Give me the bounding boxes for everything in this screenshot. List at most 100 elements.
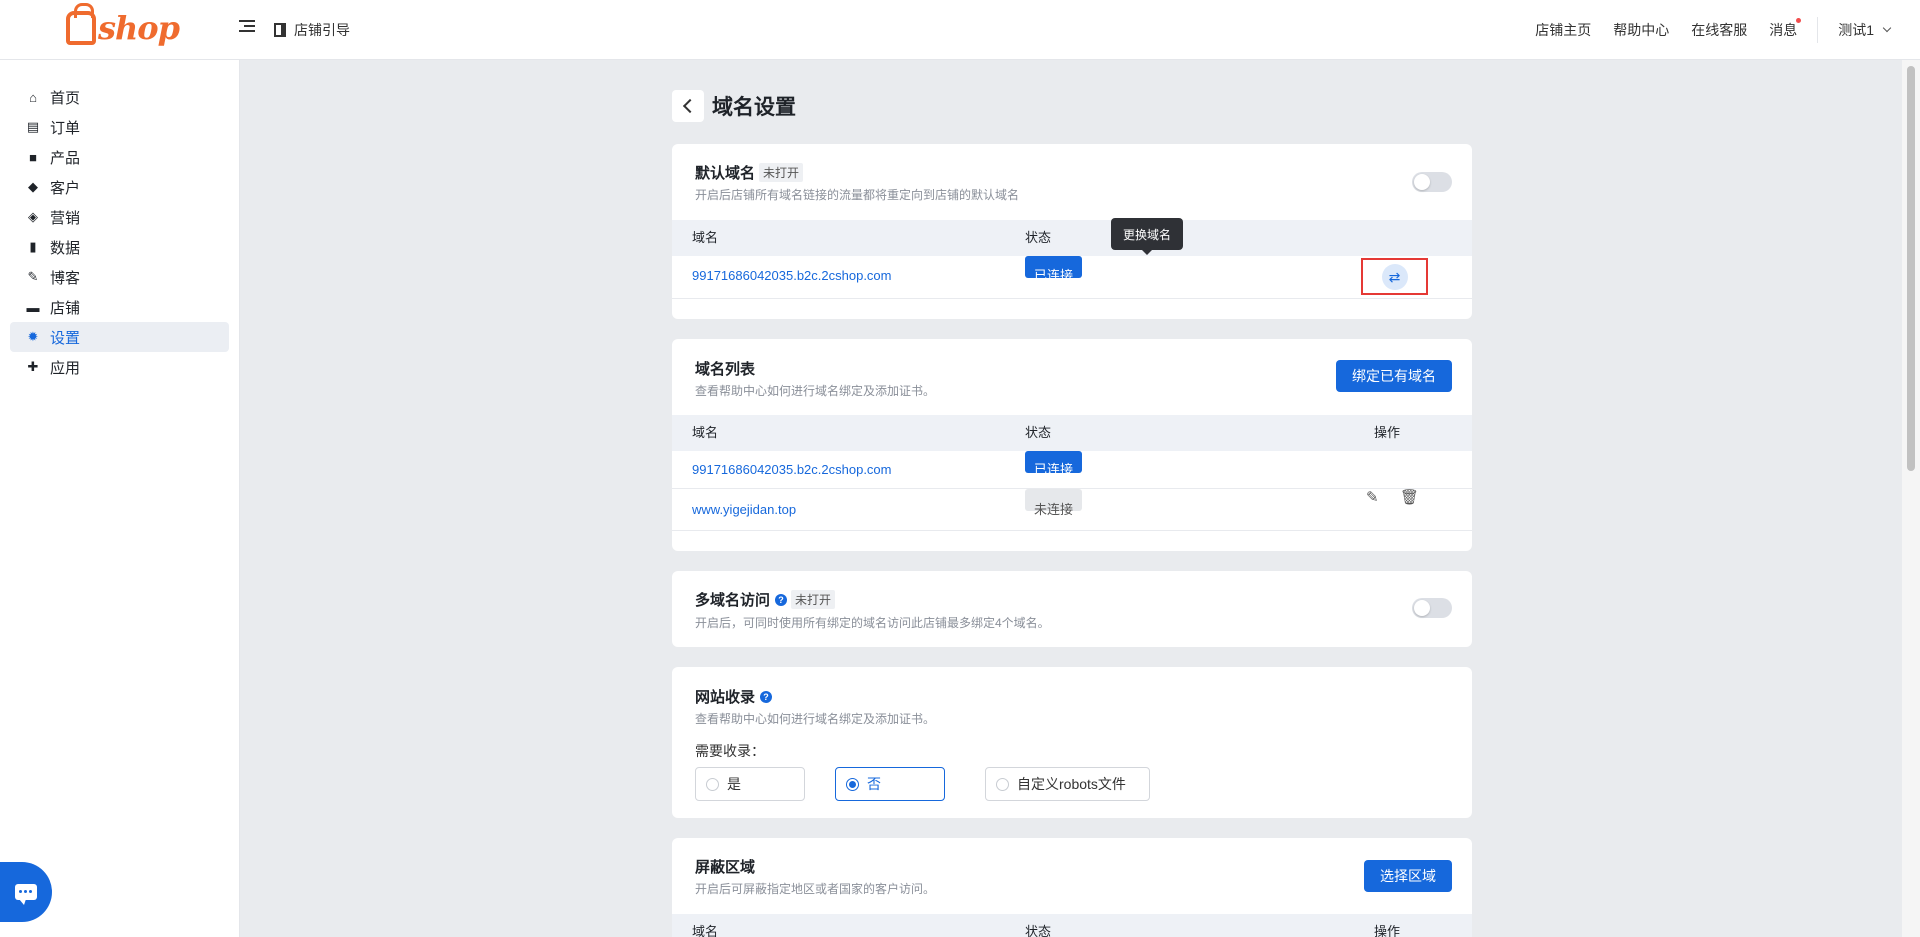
table-header: 域名 状态 操作 xyxy=(672,415,1472,451)
user-menu[interactable]: 测试1 xyxy=(1838,20,1892,40)
chevron-down-icon xyxy=(1882,23,1892,33)
bar-chart-icon: ▮ xyxy=(29,239,37,254)
sidebar-item-apps[interactable]: ✚ 应用 xyxy=(10,352,229,382)
domain-link[interactable]: www.yigejidan.top xyxy=(692,489,796,531)
sidebar-item-label: 应用 xyxy=(50,359,81,377)
scrollbar[interactable] xyxy=(1902,60,1920,937)
domain-link[interactable]: 99171686042035.b2c.2cshop.com xyxy=(692,451,892,489)
sidebar-item-blog[interactable]: ✎ 博客 xyxy=(10,262,229,292)
logo[interactable]: shop xyxy=(66,3,180,47)
radio-label: 自定义robots文件 xyxy=(1017,776,1126,792)
home-icon: ⌂ xyxy=(29,89,37,105)
menu-toggle-icon[interactable] xyxy=(239,20,255,36)
divider xyxy=(1817,17,1819,43)
col-status: 状态 xyxy=(1025,924,1052,937)
top-right-nav: 店铺主页 帮助中心 在线客服 消息 测试1 xyxy=(1513,0,1892,60)
domain-list-desc: 查看帮助中心如何进行域名绑定及添加证书。 xyxy=(695,384,936,398)
chevron-left-icon xyxy=(682,98,698,114)
edit-icon[interactable]: ✎ xyxy=(1366,489,1379,507)
logo-bag-icon xyxy=(66,3,96,45)
store-home-link[interactable]: 店铺主页 xyxy=(1535,20,1591,40)
sidebar-item-store[interactable]: ▬ 店铺 xyxy=(10,292,229,322)
change-domain-button[interactable]: ⇄ xyxy=(1361,258,1428,295)
seo-desc: 查看帮助中心如何进行域名绑定及添加证书。 xyxy=(695,712,936,726)
seo-radio-group: 是 否 自定义robots文件 xyxy=(695,767,1395,801)
table-row: 99171686042035.b2c.2cshop.com 已连接 xyxy=(672,451,1472,489)
swap-icon: ⇄ xyxy=(1381,263,1408,290)
connected-badge: 已连接 xyxy=(1025,256,1083,283)
puzzle-icon: ✚ xyxy=(27,359,39,374)
domain-link[interactable]: 99171686042035.b2c.2cshop.com xyxy=(692,256,892,296)
bind-domain-button[interactable]: 绑定已有域名 xyxy=(1336,360,1452,392)
status-cell: 未连接 xyxy=(1025,489,1083,531)
sidebar-item-label: 博客 xyxy=(50,269,81,287)
table-row: www.yigejidan.top 未连接 ✎ 🗑 xyxy=(672,489,1472,531)
sidebar-item-label: 设置 xyxy=(50,329,81,347)
sidebar-item-data[interactable]: ▮ 数据 xyxy=(10,232,229,262)
book-icon xyxy=(274,23,286,37)
radio-circle xyxy=(706,777,719,791)
multi-domain-desc: 开启后，可同时使用所有绑定的域名访问此店铺最多绑定4个域名。 xyxy=(695,616,1050,630)
status-cell: 已连接 xyxy=(1025,451,1083,489)
trash-icon[interactable]: 🗑 xyxy=(1400,489,1419,507)
gear-icon: ✹ xyxy=(27,329,39,344)
block-region-desc: 开启后可屏蔽指定地区或者国家的客户访问。 xyxy=(695,882,936,896)
radio-label: 是 xyxy=(727,776,741,792)
default-domain-switch[interactable] xyxy=(1412,172,1452,192)
sidebar-item-customers[interactable]: ◆ 客户 xyxy=(10,172,229,202)
help-icon[interactable]: ? xyxy=(760,690,773,703)
sidebar-item-label: 订单 xyxy=(50,119,81,137)
sidebar-item-label: 客户 xyxy=(50,179,81,197)
help-icon[interactable]: ? xyxy=(775,593,788,606)
select-region-button[interactable]: 选择区域 xyxy=(1364,860,1452,892)
radio-label: 否 xyxy=(867,776,881,792)
store-icon: ▬ xyxy=(26,299,40,315)
block-region-title: 屏蔽区域 xyxy=(695,859,756,876)
multi-domain-switch[interactable] xyxy=(1412,598,1452,618)
default-domain-title: 默认域名 未打开 xyxy=(695,162,804,183)
help-center-link[interactable]: 帮助中心 xyxy=(1613,20,1669,40)
multi-domain-title: 多域名访问 ? 未打开 xyxy=(695,589,836,610)
page-title: 域名设置 xyxy=(712,96,796,119)
scrollbar-thumb[interactable] xyxy=(1907,66,1915,471)
radio-circle xyxy=(846,777,859,791)
status-tag: 未打开 xyxy=(759,163,804,182)
back-button[interactable] xyxy=(672,90,704,122)
radio-circle xyxy=(996,777,1009,791)
edit-icon: ✎ xyxy=(27,269,39,284)
sidebar-item-marketing[interactable]: ◈ 营销 xyxy=(10,202,229,232)
messages-link[interactable]: 消息 xyxy=(1769,18,1802,40)
domain-list-card: 域名列表 查看帮助中心如何进行域名绑定及添加证书。 绑定已有域名 域名 状态 操… xyxy=(672,339,1472,551)
sidebar-item-label: 数据 xyxy=(50,239,81,257)
radio-no[interactable]: 否 xyxy=(835,767,945,801)
col-action: 操作 xyxy=(1374,425,1401,440)
radio-custom-robots[interactable]: 自定义robots文件 xyxy=(985,767,1150,801)
default-domain-card: 默认域名 未打开 开启后店铺所有域名链接的流量都将重定向到店铺的默认域名 域名 … xyxy=(672,144,1472,319)
sidebar-item-label: 营销 xyxy=(50,209,81,227)
sidebar-item-settings[interactable]: ✹ 设置 xyxy=(10,322,229,352)
multi-domain-card: 多域名访问 ? 未打开 开启后，可同时使用所有绑定的域名访问此店铺最多绑定4个域… xyxy=(672,571,1472,647)
online-service-link[interactable]: 在线客服 xyxy=(1691,20,1747,40)
tag-icon: ◈ xyxy=(28,209,38,224)
table-row: 99171686042035.b2c.2cshop.com 已连接 ⇄ xyxy=(672,256,1472,299)
col-domain: 域名 xyxy=(692,924,719,937)
radio-yes[interactable]: 是 xyxy=(695,767,805,801)
table-header: 域名 状态 xyxy=(672,220,1472,256)
connected-badge: 已连接 xyxy=(1025,451,1083,477)
seo-question: 需要收录： xyxy=(695,743,765,759)
sidebar-item-label: 产品 xyxy=(50,149,81,167)
seo-title: 网站收录 ? xyxy=(695,686,773,707)
sidebar-item-orders[interactable]: ▤ 订单 xyxy=(10,112,229,142)
col-status: 状态 xyxy=(1025,230,1052,245)
top-bar: shop 店铺引导 店铺主页 帮助中心 在线客服 消息 测试1 xyxy=(0,0,1920,60)
sidebar-item-home[interactable]: ⌂ 首页 xyxy=(10,82,229,112)
default-domain-desc: 开启后店铺所有域名链接的流量都将重定向到店铺的默认域名 xyxy=(695,188,1020,202)
user-name: 测试1 xyxy=(1838,22,1874,38)
sidebar-item-products[interactable]: ■ 产品 xyxy=(10,142,229,172)
status-tag: 未打开 xyxy=(791,590,836,609)
store-guide-link[interactable]: 店铺引导 xyxy=(274,20,350,40)
domain-list-title: 域名列表 xyxy=(695,361,756,378)
notification-dot xyxy=(1796,18,1802,23)
default-domain-title-text: 默认域名 xyxy=(695,165,756,182)
page-header: 域名设置 xyxy=(672,90,796,122)
